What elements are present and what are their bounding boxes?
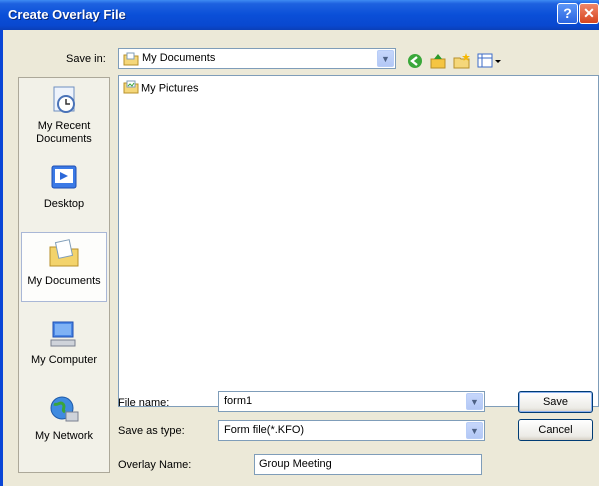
my-network-icon: [21, 394, 107, 430]
file-name: My Pictures: [141, 82, 199, 95]
recent-documents-icon: [21, 84, 107, 120]
dialog-window: Create Overlay File ? ✕ Save in: My Docu…: [0, 0, 599, 486]
question-icon: ?: [563, 5, 572, 21]
list-item[interactable]: My Pictures: [123, 80, 198, 97]
chevron-down-icon[interactable]: ▼: [466, 422, 483, 439]
title-bar[interactable]: Create Overlay File ? ✕: [0, 0, 599, 30]
overlay-name-input[interactable]: Group Meeting: [254, 454, 482, 475]
file-name-label: File name:: [118, 397, 170, 409]
chevron-down-icon[interactable]: ▼: [377, 50, 394, 67]
new-folder-button[interactable]: [453, 52, 471, 70]
close-icon: ✕: [583, 5, 595, 21]
places-my-network[interactable]: My Network: [21, 394, 107, 454]
window-title: Create Overlay File: [8, 7, 126, 22]
help-button[interactable]: ?: [557, 3, 578, 24]
places-my-documents[interactable]: My Documents: [21, 232, 107, 302]
up-folder-icon: [430, 54, 446, 69]
save-in-label: Save in:: [66, 53, 106, 65]
back-arrow-icon: [408, 54, 422, 68]
save-in-dropdown[interactable]: My Documents ▼: [118, 48, 396, 69]
views-icon: [477, 53, 501, 68]
save-as-type-dropdown[interactable]: Form file(*.KFO) ▼: [218, 420, 485, 441]
places-desktop[interactable]: Desktop: [21, 162, 107, 212]
save-as-type-value: Form file(*.KFO): [224, 424, 305, 436]
places-my-computer[interactable]: My Computer: [21, 318, 107, 378]
close-button[interactable]: ✕: [579, 3, 599, 24]
file-list[interactable]: My Pictures: [118, 75, 599, 407]
file-name-combobox[interactable]: form1 ▼: [218, 391, 485, 412]
chevron-down-icon[interactable]: ▼: [466, 393, 483, 410]
up-folder-button[interactable]: [429, 52, 447, 70]
save-in-value: My Documents: [142, 52, 216, 64]
place-label: My Network: [34, 430, 94, 442]
file-name-value: form1: [224, 395, 253, 407]
dialog-body: Save in: My Documents ▼ My Recent Docume…: [3, 30, 599, 486]
folder-pictures-icon: [123, 80, 139, 97]
places-bar: My Recent Documents Desktop My Documents…: [18, 77, 110, 473]
views-menu-button[interactable]: [477, 52, 503, 70]
save-as-type-label: Save as type:: [118, 425, 185, 437]
cancel-button[interactable]: Cancel: [518, 419, 593, 441]
overlay-name-value: Group Meeting: [259, 458, 332, 470]
my-documents-icon: [22, 237, 106, 275]
overlay-name-label: Overlay Name:: [118, 459, 192, 471]
my-documents-small-icon: [123, 52, 139, 69]
place-label: Desktop: [43, 198, 85, 210]
back-button[interactable]: [406, 52, 424, 70]
place-label: My Recent Documents: [36, 120, 92, 145]
desktop-icon: [21, 162, 107, 198]
my-computer-icon: [21, 318, 107, 354]
new-folder-icon: [453, 53, 470, 69]
place-label: My Documents: [27, 275, 101, 287]
save-button[interactable]: Save: [518, 391, 593, 413]
place-label: My Computer: [30, 354, 98, 366]
places-my-recent-documents[interactable]: My Recent Documents: [21, 84, 107, 146]
